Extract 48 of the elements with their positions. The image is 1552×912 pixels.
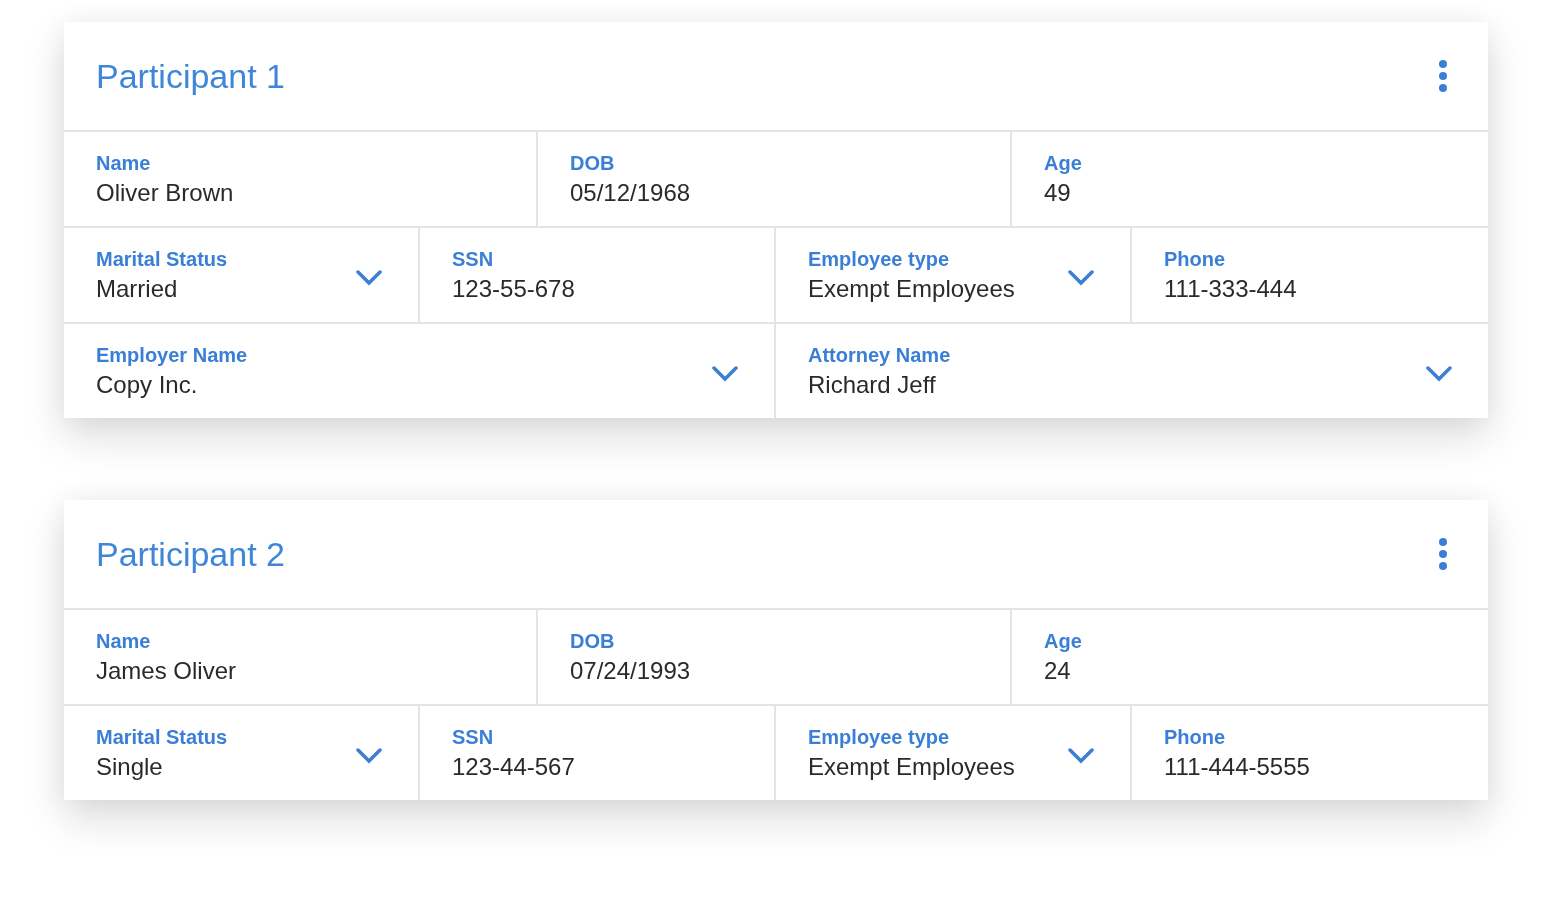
field-value: 111-444-5555	[1164, 753, 1310, 781]
field-label: Employee type	[808, 248, 951, 271]
field-value: 05/12/1968	[570, 179, 691, 207]
field-value: James Oliver	[96, 657, 237, 685]
card-title: Participant 2	[96, 534, 285, 574]
chevron-down-icon	[1068, 748, 1094, 764]
field-value: Oliver Brown	[96, 179, 234, 207]
field-label: Employer Name	[96, 344, 248, 367]
field-value: 24	[1044, 657, 1072, 685]
field-value: Exempt Employees	[808, 275, 1015, 303]
chevron-down-icon	[1426, 366, 1452, 382]
chevron-down-icon	[712, 366, 738, 382]
more-vertical-icon	[1438, 537, 1448, 571]
field-label: Phone	[1164, 248, 1227, 271]
field-value: Exempt Employees	[808, 753, 1015, 781]
chevron-down-icon	[356, 748, 382, 764]
field-label: Age	[1044, 630, 1082, 653]
field-value: Single	[96, 753, 164, 781]
field-label: Attorney Name	[808, 344, 951, 367]
chevron-down-icon	[356, 270, 382, 286]
field-value: 123-55-678	[452, 275, 575, 303]
field-label: Name	[96, 152, 152, 175]
dropdown-field[interactable]: Employee type Exempt Employees	[776, 706, 1132, 800]
field-label: Marital Status	[96, 248, 228, 271]
field-value: 49	[1044, 179, 1072, 207]
field-label: Phone	[1164, 726, 1227, 749]
field-label: SSN	[452, 248, 495, 271]
field-label: Name	[96, 630, 152, 653]
field-value: Richard Jeff	[808, 371, 937, 399]
field-label: Marital Status	[96, 726, 228, 749]
dropdown-field[interactable]: Employee type Exempt Employees	[776, 228, 1132, 322]
card-title: Participant 1	[96, 56, 285, 96]
field-value: 123-44-567	[452, 753, 575, 781]
field-label: DOB	[570, 630, 616, 653]
field-value: Married	[96, 275, 179, 303]
field-value: 07/24/1993	[570, 657, 691, 685]
field-label: Employee type	[808, 726, 951, 749]
field-value: 111-333-444	[1164, 275, 1297, 303]
dropdown-field[interactable]: Attorney Name Richard Jeff	[776, 324, 1488, 418]
field-value: Copy Inc.	[96, 371, 199, 399]
dropdown-field[interactable]: Marital Status Married	[64, 228, 420, 322]
dropdown-field[interactable]: Employer Name Copy Inc.	[64, 324, 776, 418]
field-label: DOB	[570, 152, 616, 175]
field-label: SSN	[452, 726, 495, 749]
chevron-down-icon	[1068, 270, 1094, 286]
dropdown-field[interactable]: Marital Status Single	[64, 706, 420, 800]
more-vertical-icon	[1438, 59, 1448, 93]
field-label: Age	[1044, 152, 1082, 175]
